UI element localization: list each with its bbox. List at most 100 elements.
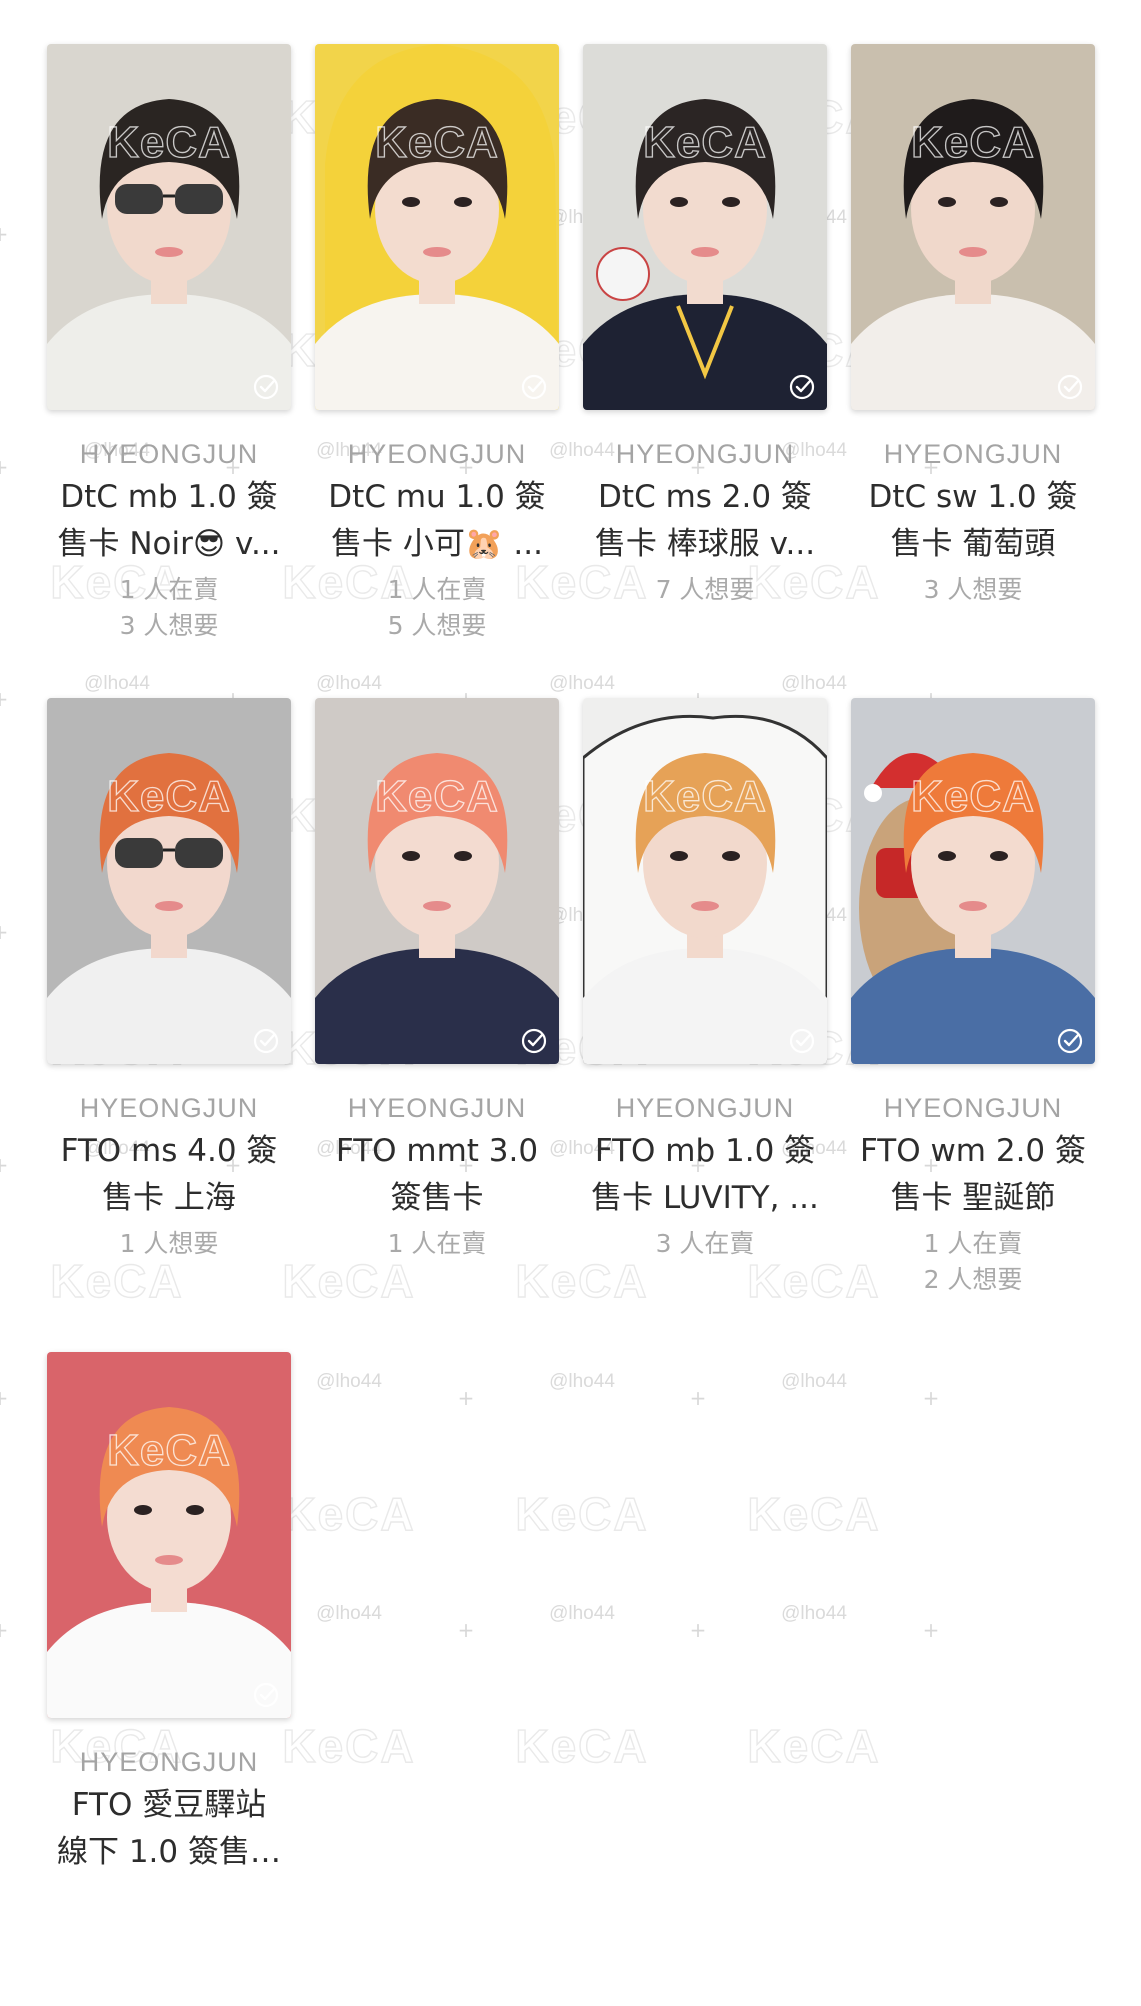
keca-watermark-logo: KeCA bbox=[106, 771, 231, 821]
card-title-line-2: 簽售卡 bbox=[390, 1180, 484, 1216]
member-name: HYEONGJUN bbox=[615, 439, 795, 469]
photocard-item[interactable]: KeCA HYEONGJUN FTO 愛豆驛站 線下 1.0 簽售… bbox=[35, 1352, 303, 2006]
card-stats: 1 人在賣 2 人想要 bbox=[924, 1226, 1023, 1298]
card-title-line-1: DtC sw 1.0 簽 bbox=[868, 479, 1078, 515]
photocard-item[interactable]: KeCA HYEONGJUN DtC sw 1.0 簽 售卡 葡萄頭 3 人想要 bbox=[839, 44, 1107, 698]
card-stats: 1 人在賣 bbox=[388, 1226, 487, 1262]
card-title-line-1: FTO mb 1.0 簽 bbox=[594, 1133, 816, 1169]
stat-line: 1 人在賣 bbox=[387, 1229, 487, 1258]
keca-watermark-logo: KeCA bbox=[642, 771, 767, 821]
keca-watermark-logo: KeCA bbox=[106, 1425, 231, 1475]
card-stats: 1 人在賣 5 人想要 bbox=[388, 572, 487, 644]
photocard-thumbnail: KeCA bbox=[47, 1352, 291, 1718]
card-title-line-2: 售卡 聖誕節 bbox=[890, 1180, 1056, 1216]
card-title: DtC ms 2.0 簽 售卡 棒球服 v... bbox=[580, 474, 830, 568]
card-stats: 7 人想要 bbox=[656, 572, 755, 608]
stat-line: 7 人想要 bbox=[655, 575, 755, 604]
stat-line: 3 人想要 bbox=[923, 575, 1023, 604]
photocard-item[interactable]: KeCA HYEONGJUN DtC ms 2.0 簽 售卡 棒球服 v... … bbox=[571, 44, 839, 698]
member-name: HYEONGJUN bbox=[883, 1093, 1063, 1123]
check-circle-icon bbox=[253, 374, 279, 400]
card-title-line-2: 售卡 棒球服 v... bbox=[594, 526, 816, 562]
stat-line: 1 人在賣 bbox=[923, 1229, 1023, 1258]
card-title-line-2: 售卡 Noir😎 v... bbox=[57, 526, 281, 562]
photocard-grid: KeCA HYEONGJUN DtC mb 1.0 簽 售卡 Noir😎 v..… bbox=[0, 44, 1141, 2006]
photocard-thumbnail: KeCA bbox=[583, 44, 827, 410]
photocard-thumbnail: KeCA bbox=[583, 698, 827, 1064]
stat-line: 1 人在賣 bbox=[119, 575, 219, 604]
card-title-line-2: 售卡 小可🐹 ... bbox=[331, 526, 543, 562]
photo-portrait bbox=[583, 44, 827, 410]
member-name: HYEONGJUN bbox=[883, 439, 1063, 469]
card-title-line-1: DtC ms 2.0 簽 bbox=[598, 479, 812, 515]
check-circle-icon bbox=[253, 1682, 279, 1708]
keca-watermark-logo: KeCA bbox=[642, 117, 767, 167]
stat-line: 5 人想要 bbox=[387, 611, 487, 640]
check-circle-icon bbox=[521, 374, 547, 400]
member-name: HYEONGJUN bbox=[79, 439, 259, 469]
photocard-thumbnail: KeCA bbox=[47, 44, 291, 410]
card-title-line-1: FTO mmt 3.0 bbox=[335, 1133, 539, 1169]
photocard-thumbnail: KeCA bbox=[315, 698, 559, 1064]
keca-watermark-logo: KeCA bbox=[910, 117, 1035, 167]
card-stats: 3 人在賣 bbox=[656, 1226, 755, 1262]
photocard-item[interactable]: KeCA HYEONGJUN FTO mb 1.0 簽 售卡 LUVITY, .… bbox=[571, 698, 839, 1352]
card-stats: 1 人在賣 3 人想要 bbox=[120, 572, 219, 644]
photo-portrait bbox=[851, 698, 1095, 1064]
card-title-line-2: 售卡 上海 bbox=[102, 1180, 236, 1216]
card-title-line-2: 售卡 LUVITY, ... bbox=[591, 1180, 819, 1216]
card-title: DtC sw 1.0 簽 售卡 葡萄頭 bbox=[848, 474, 1098, 568]
card-title: FTO mb 1.0 簽 售卡 LUVITY, ... bbox=[580, 1128, 830, 1222]
keca-watermark-logo: KeCA bbox=[106, 117, 231, 167]
card-title-line-1: FTO ms 4.0 簽 bbox=[60, 1133, 278, 1169]
check-circle-icon bbox=[253, 1028, 279, 1054]
card-title-line-1: FTO 愛豆驛站 bbox=[71, 1787, 267, 1823]
member-name: HYEONGJUN bbox=[615, 1093, 795, 1123]
check-circle-icon bbox=[789, 1028, 815, 1054]
member-name: HYEONGJUN bbox=[347, 1093, 527, 1123]
check-circle-icon bbox=[789, 374, 815, 400]
photo-portrait bbox=[47, 44, 291, 410]
card-title: FTO 愛豆驛站 線下 1.0 簽售… bbox=[44, 1782, 294, 1876]
keca-watermark-logo: KeCA bbox=[910, 771, 1035, 821]
member-name: HYEONGJUN bbox=[79, 1093, 259, 1123]
member-name: HYEONGJUN bbox=[79, 1747, 259, 1777]
photo-portrait bbox=[47, 1352, 291, 1718]
check-circle-icon bbox=[1057, 374, 1083, 400]
card-title-line-2: 售卡 葡萄頭 bbox=[890, 526, 1056, 562]
card-title: FTO mmt 3.0 簽售卡 bbox=[312, 1128, 562, 1222]
card-title-line-1: FTO wm 2.0 簽 bbox=[859, 1133, 1087, 1169]
photo-portrait bbox=[315, 44, 559, 410]
check-circle-icon bbox=[521, 1028, 547, 1054]
photo-portrait bbox=[851, 44, 1095, 410]
stat-line: 3 人在賣 bbox=[655, 1229, 755, 1258]
card-stats: 1 人想要 bbox=[120, 1226, 219, 1262]
photo-portrait bbox=[47, 698, 291, 1064]
photocard-item[interactable]: KeCA HYEONGJUN FTO mmt 3.0 簽售卡 1 人在賣 bbox=[303, 698, 571, 1352]
keca-watermark-logo: KeCA bbox=[374, 771, 499, 821]
stat-line: 1 人在賣 bbox=[387, 575, 487, 604]
card-title-line-2: 線下 1.0 簽售… bbox=[56, 1834, 281, 1870]
keca-watermark-logo: KeCA bbox=[374, 117, 499, 167]
card-stats: 3 人想要 bbox=[924, 572, 1023, 608]
photocard-thumbnail: KeCA bbox=[851, 44, 1095, 410]
photocard-thumbnail: KeCA bbox=[315, 44, 559, 410]
photocard-thumbnail: KeCA bbox=[47, 698, 291, 1064]
photocard-item[interactable]: KeCA HYEONGJUN DtC mb 1.0 簽 售卡 Noir😎 v..… bbox=[35, 44, 303, 698]
photocard-item[interactable]: KeCA HYEONGJUN FTO wm 2.0 簽 售卡 聖誕節 1 人在賣… bbox=[839, 698, 1107, 1352]
photo-portrait bbox=[315, 698, 559, 1064]
card-title: FTO ms 4.0 簽 售卡 上海 bbox=[44, 1128, 294, 1222]
card-title-line-1: DtC mu 1.0 簽 bbox=[328, 479, 546, 515]
stat-line: 3 人想要 bbox=[119, 611, 219, 640]
card-title-line-1: DtC mb 1.0 簽 bbox=[60, 479, 278, 515]
check-circle-icon bbox=[1057, 1028, 1083, 1054]
card-title: FTO wm 2.0 簽 售卡 聖誕節 bbox=[848, 1128, 1098, 1222]
photocard-thumbnail: KeCA bbox=[851, 698, 1095, 1064]
member-name: HYEONGJUN bbox=[347, 439, 527, 469]
photocard-item[interactable]: KeCA HYEONGJUN DtC mu 1.0 簽 售卡 小可🐹 ... 1… bbox=[303, 44, 571, 698]
card-title: DtC mu 1.0 簽 售卡 小可🐹 ... bbox=[312, 474, 562, 568]
card-title: DtC mb 1.0 簽 售卡 Noir😎 v... bbox=[44, 474, 294, 568]
stat-line: 2 人想要 bbox=[923, 1265, 1023, 1294]
stat-line: 1 人想要 bbox=[119, 1229, 219, 1258]
photocard-item[interactable]: KeCA HYEONGJUN FTO ms 4.0 簽 售卡 上海 1 人想要 bbox=[35, 698, 303, 1352]
